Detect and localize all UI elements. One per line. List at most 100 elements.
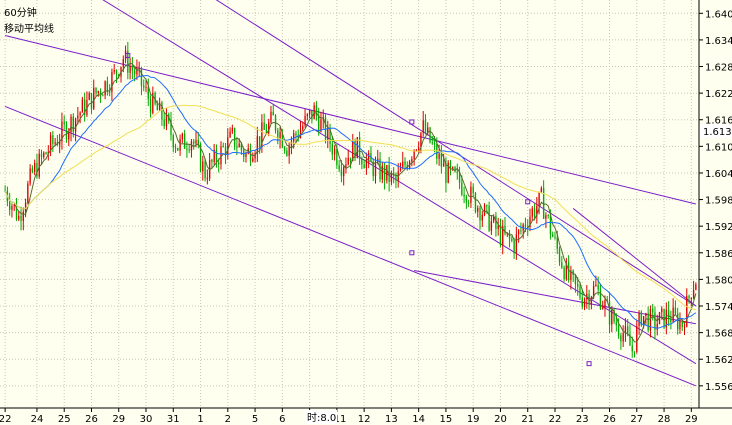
candle-body (477, 207, 479, 212)
price-chart[interactable]: 1.6401.6341.6281.6221.6161.6101.6041.598… (0, 0, 732, 425)
x-tick-label: 19 (467, 414, 480, 425)
candle-body (258, 136, 261, 146)
x-tick-label: 12 (358, 414, 371, 425)
candle-body (677, 313, 679, 330)
candle-body (633, 351, 636, 353)
candle-body (440, 153, 443, 167)
x-tick-label: 28 (658, 414, 671, 425)
candle-body (304, 115, 306, 126)
candle-body (438, 153, 440, 159)
candle-body (431, 142, 433, 144)
candle-body (558, 248, 561, 263)
candle-body (672, 307, 674, 323)
y-tick-label: 1.592 (705, 222, 732, 233)
candle-body (556, 237, 558, 249)
candle-body (386, 164, 388, 181)
candle-body (81, 99, 84, 113)
x-tick-label: 24 (31, 414, 44, 425)
candle-body (183, 133, 186, 149)
candle-body (365, 159, 368, 169)
candle-body (113, 70, 115, 72)
candle-body (220, 146, 222, 165)
candle-body (495, 215, 497, 229)
candle-body (411, 158, 413, 162)
y-tick-label: 1.598 (705, 196, 732, 207)
candle-body (488, 205, 490, 231)
candle-body (674, 307, 677, 314)
candle-body (663, 308, 665, 328)
candle-body (470, 186, 472, 203)
candle-body (445, 163, 447, 183)
candle-body (20, 215, 22, 221)
candle-body (681, 321, 683, 328)
candle-body (622, 333, 624, 342)
x-tick-label: 30 (140, 414, 153, 425)
candle-body (461, 182, 463, 195)
y-tick-label: 1.580 (705, 275, 732, 286)
candle-body (40, 153, 43, 158)
candle-body (636, 326, 638, 352)
candle-body (231, 128, 234, 132)
candle-body (293, 133, 295, 142)
candle-body (595, 284, 597, 286)
candle-body (77, 115, 79, 119)
y-tick-label: 1.568 (705, 329, 732, 340)
candle-body (415, 149, 418, 151)
y-tick-label: 1.610 (705, 142, 732, 153)
y-tick-label: 1.574 (705, 302, 732, 313)
candle-body (661, 308, 663, 313)
candle-body (349, 157, 352, 162)
candle-body (115, 70, 118, 75)
candle-body (383, 165, 386, 181)
candle-body (149, 98, 152, 113)
candle-body (190, 141, 193, 151)
candle-body (111, 71, 113, 92)
candle-body (186, 148, 188, 150)
candle-body (129, 66, 131, 73)
candle-body (33, 162, 36, 172)
candle-body (490, 221, 493, 231)
candle-body (429, 127, 431, 143)
candle-body (340, 169, 343, 177)
x-tick-label: 5 (252, 414, 258, 425)
candle-body (218, 162, 220, 165)
candle-body (52, 135, 54, 144)
candle-body (108, 91, 111, 93)
candle-body (272, 111, 274, 116)
candle-body (233, 128, 236, 147)
candle-body (31, 168, 34, 172)
candle-body (497, 225, 499, 229)
candle-body (683, 326, 686, 328)
candle-body (467, 202, 470, 204)
x-tick-label: 21 (521, 414, 534, 425)
candle-body (313, 105, 315, 120)
candle-body (361, 158, 363, 165)
candle-body (238, 143, 240, 148)
x-tick-label: 20 (494, 414, 507, 425)
candle-body (483, 205, 486, 215)
candle-body (479, 207, 481, 221)
candle-body (215, 149, 218, 163)
candle-body (65, 124, 68, 140)
y-tick-label: 1.586 (705, 249, 732, 260)
candle-body (68, 132, 70, 140)
candle-body (631, 345, 633, 352)
candle-body (679, 321, 681, 330)
candle-body (597, 284, 599, 290)
candle-body (122, 59, 124, 67)
candle-body (690, 297, 693, 299)
candle-body (422, 120, 424, 133)
candle-body (227, 137, 229, 156)
candle-body (577, 284, 579, 287)
candle-body (552, 234, 554, 237)
x-tick-label: 22 (0, 414, 12, 425)
candle-body (18, 215, 20, 220)
x-tick-label: 14 (412, 414, 425, 425)
candle-body (143, 85, 145, 88)
candle-body (27, 183, 29, 203)
candle-body (306, 114, 309, 116)
candle-body (74, 118, 77, 132)
candle-body (695, 284, 697, 291)
x-tick-label: 27 (630, 414, 643, 425)
candle-body (395, 175, 397, 181)
